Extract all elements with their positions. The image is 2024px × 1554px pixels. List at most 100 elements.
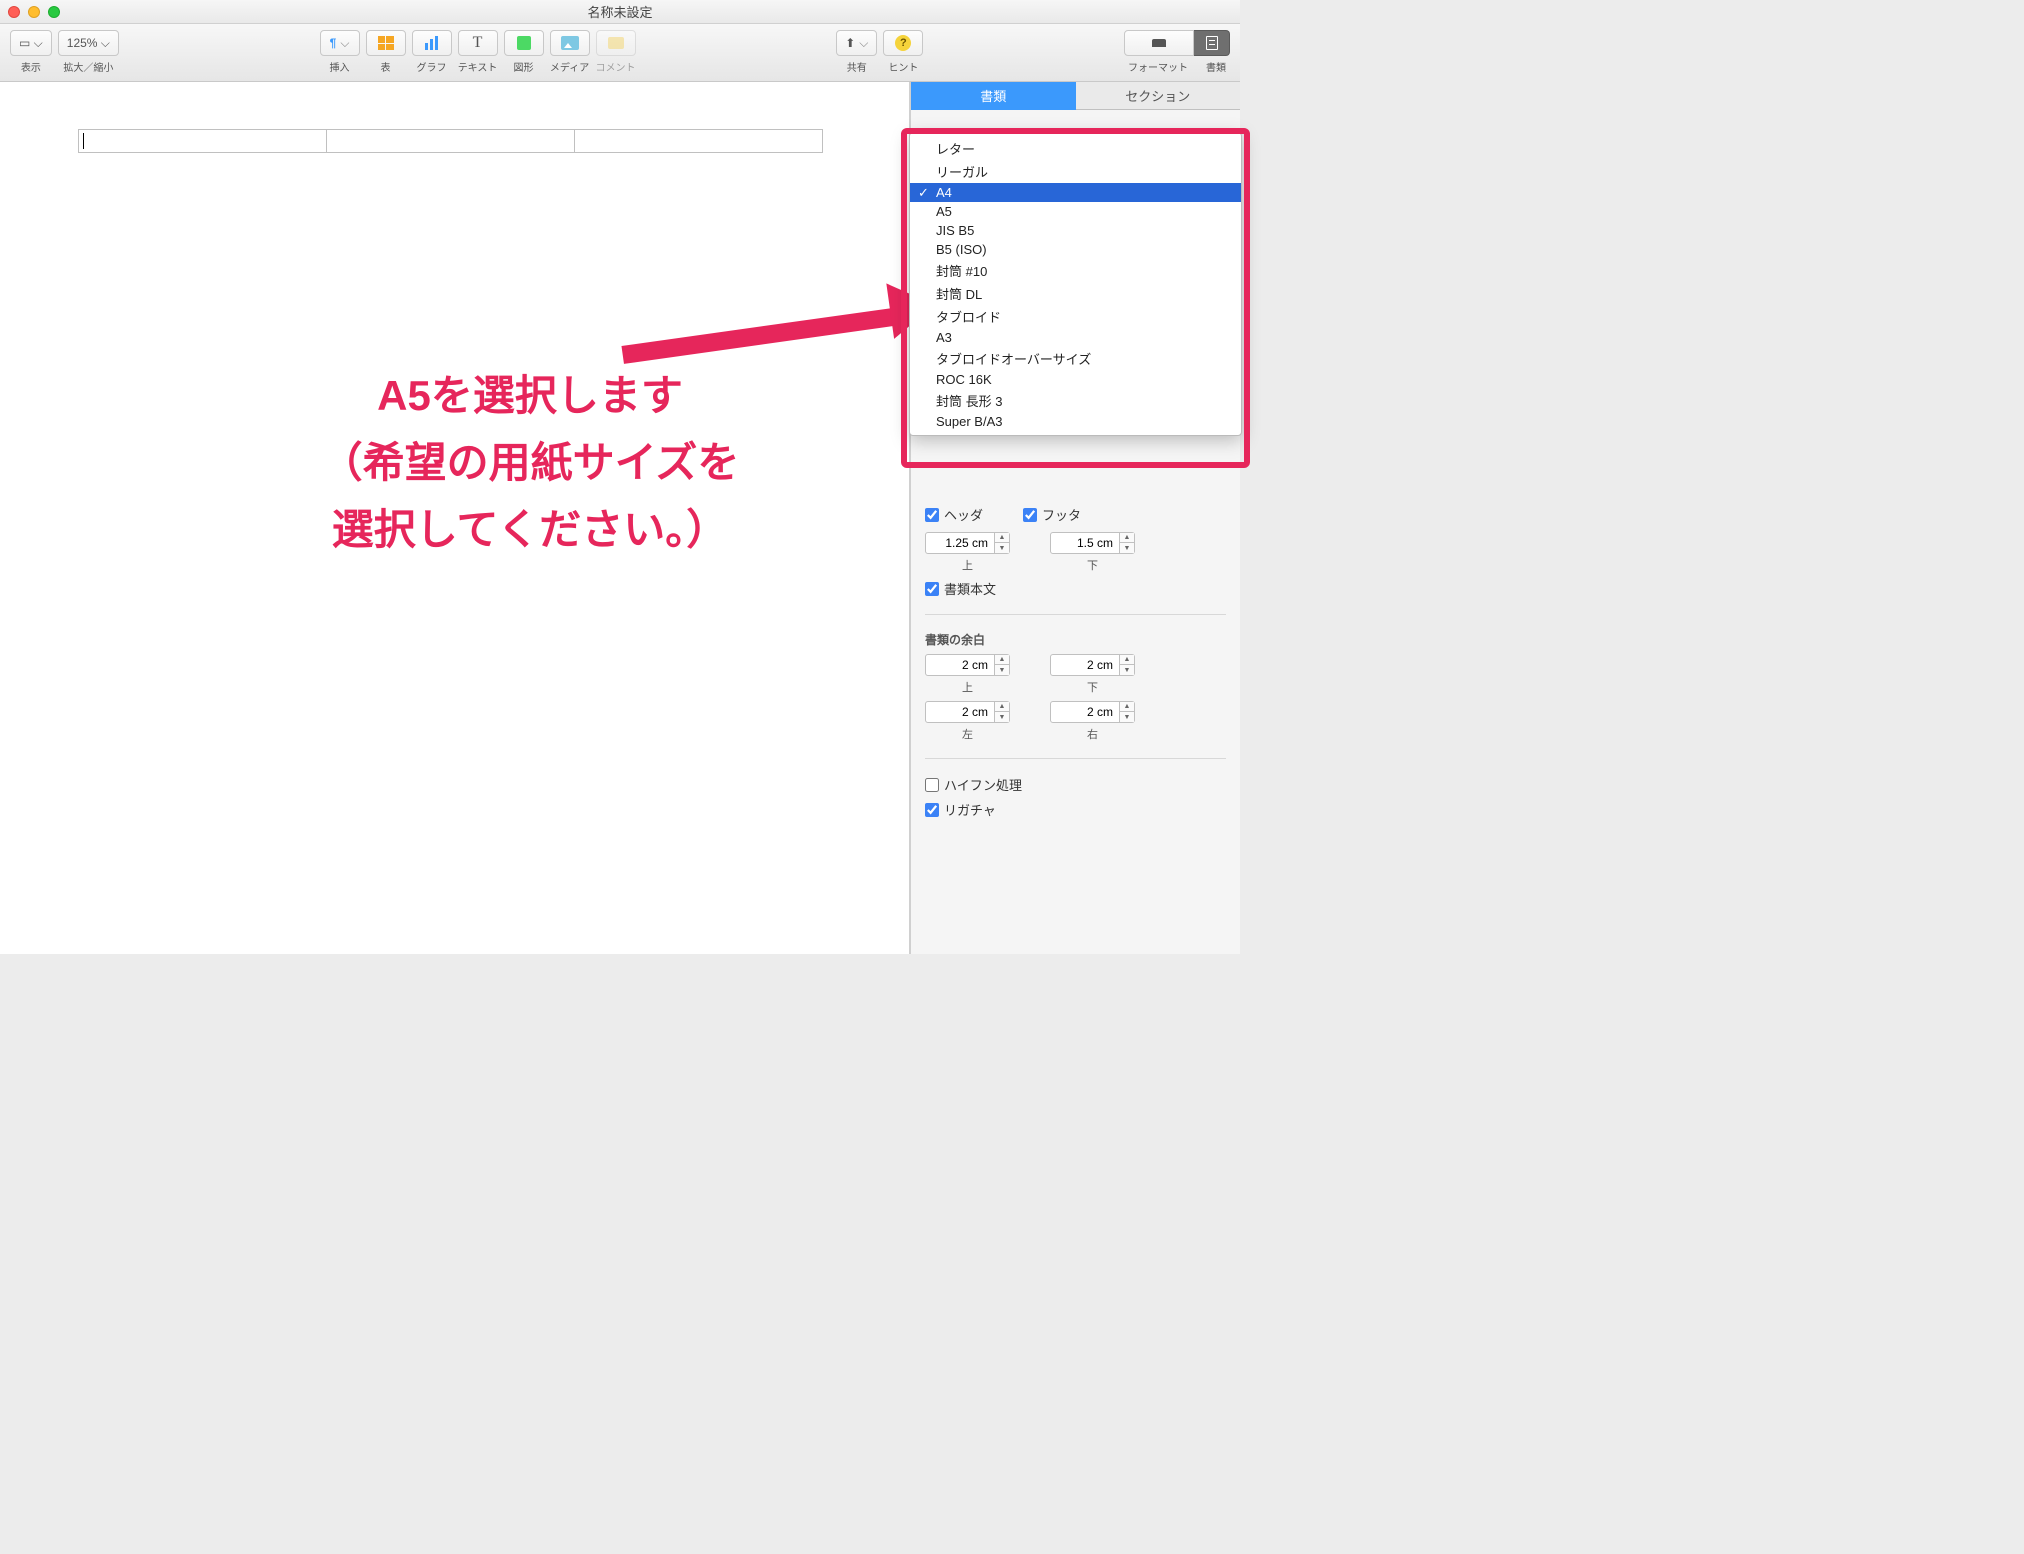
text-button[interactable]: T [458, 30, 498, 56]
inspector-body: プリンタと用紙サイズ レターリーガルA4A5JIS B5B5 (ISO)封筒 #… [911, 110, 1240, 837]
zoom-window-button[interactable] [48, 6, 60, 18]
margin-left-input[interactable] [925, 701, 995, 723]
shape-button[interactable] [504, 30, 544, 56]
comment-icon [608, 37, 624, 49]
paper-size-option[interactable]: タブロイドオーバーサイズ [910, 347, 1241, 370]
header-margin-input[interactable] [925, 532, 995, 554]
titlebar: 名称未設定 [0, 0, 1240, 24]
stepper-down-icon[interactable]: ▼ [995, 712, 1009, 722]
footer-checkbox-input[interactable] [1023, 508, 1037, 522]
divider [925, 614, 1226, 615]
paper-size-option[interactable]: B5 (ISO) [910, 240, 1241, 259]
media-label: メディア [550, 59, 589, 74]
paper-size-option[interactable]: A5 [910, 202, 1241, 221]
margin-left-stepper[interactable]: ▲▼ [925, 701, 1010, 723]
stepper-up-icon[interactable]: ▲ [1120, 702, 1134, 712]
header-cell-2[interactable] [327, 130, 575, 152]
divider [925, 758, 1226, 759]
share-button[interactable]: ⬆︎⌵ [836, 30, 877, 56]
margin-top-stepper[interactable]: ▲▼ [925, 654, 1010, 676]
margin-right-stepper[interactable]: ▲▼ [1050, 701, 1135, 723]
body-checkbox-input[interactable] [925, 582, 939, 596]
paper-size-option[interactable]: 封筒 #10 [910, 259, 1241, 282]
margin-bottom-stepper[interactable]: ▲▼ [1050, 654, 1135, 676]
header-cell-1[interactable] [79, 130, 327, 152]
margin-bottom-input[interactable] [1050, 654, 1120, 676]
paper-size-option[interactable]: Super B/A3 [910, 412, 1241, 431]
share-icon: ⬆︎ [845, 36, 855, 50]
footer-checkbox[interactable]: フッタ [1023, 505, 1081, 524]
tab-section[interactable]: セクション [1076, 82, 1241, 110]
paper-size-option[interactable]: 封筒 DL [910, 282, 1241, 305]
zoom-dropdown[interactable]: 125% ⌵ [58, 30, 119, 56]
hint-button[interactable]: ? [883, 30, 923, 56]
document-tb-label: 書類 [1206, 59, 1226, 74]
paper-size-option[interactable]: JIS B5 [910, 221, 1241, 240]
header-checkbox[interactable]: ヘッダ [925, 505, 983, 524]
stepper-up-icon[interactable]: ▲ [1120, 533, 1134, 543]
shape-icon [517, 36, 531, 50]
hyphenation-checkbox-input[interactable] [925, 778, 939, 792]
margin-left-label: 左 [962, 726, 973, 742]
stepper-down-icon[interactable]: ▼ [995, 543, 1009, 553]
stepper-down-icon[interactable]: ▼ [995, 665, 1009, 675]
paper-size-option[interactable]: タブロイド [910, 305, 1241, 328]
stepper-down-icon[interactable]: ▼ [1120, 543, 1134, 553]
margin-right-label: 右 [1087, 726, 1098, 742]
chart-button[interactable] [412, 30, 452, 56]
close-window-button[interactable] [8, 6, 20, 18]
annotation-line2: （希望の用紙サイズを [180, 429, 880, 496]
tab-document[interactable]: 書類 [911, 82, 1076, 110]
paper-size-option[interactable]: レター [910, 137, 1241, 160]
insert-button[interactable]: ¶⌵ [320, 30, 360, 56]
paper-size-menu: レターリーガルA4A5JIS B5B5 (ISO)封筒 #10封筒 DLタブロイ… [909, 132, 1242, 436]
header-margin-stepper[interactable]: ▲▼ [925, 532, 1010, 554]
comment-button[interactable] [596, 30, 636, 56]
inspector-panel: 書類 セクション プリンタと用紙サイズ レターリーガルA4A5JIS B5B5 … [910, 82, 1240, 954]
format-icon [1152, 39, 1166, 47]
main-area: A5を選択します （希望の用紙サイズを 選択してください。） 書類 セクション … [0, 82, 1240, 954]
header-checkbox-label: ヘッダ [944, 505, 983, 524]
paper-size-option[interactable]: A4 [910, 183, 1241, 202]
stepper-up-icon[interactable]: ▲ [1120, 655, 1134, 665]
format-button[interactable] [1124, 30, 1194, 56]
view-button[interactable]: ▭ ⌵ [10, 30, 52, 56]
hyphenation-label: ハイフン処理 [944, 775, 1022, 794]
header-pos-label: 上 [962, 557, 973, 573]
table-button[interactable] [366, 30, 406, 56]
ligature-checkbox[interactable]: リガチャ [925, 800, 1226, 819]
stepper-down-icon[interactable]: ▼ [1120, 712, 1134, 722]
hyphenation-checkbox[interactable]: ハイフン処理 [925, 775, 1226, 794]
paper-size-option[interactable]: 封筒 長形 3 [910, 389, 1241, 412]
margin-top-input[interactable] [925, 654, 995, 676]
paper-size-option[interactable]: リーガル [910, 160, 1241, 183]
annotation-text: A5を選択します （希望の用紙サイズを 選択してください。） [180, 362, 880, 564]
table-label: 表 [381, 59, 391, 74]
footer-margin-stepper[interactable]: ▲▼ [1050, 532, 1135, 554]
stepper-up-icon[interactable]: ▲ [995, 702, 1009, 712]
footer-margin-input[interactable] [1050, 532, 1120, 554]
body-checkbox[interactable]: 書類本文 [925, 579, 1226, 598]
media-button[interactable] [550, 30, 590, 56]
margin-bottom-label: 下 [1087, 679, 1098, 695]
stepper-down-icon[interactable]: ▼ [1120, 665, 1134, 675]
share-label: 共有 [847, 59, 867, 74]
ligature-checkbox-input[interactable] [925, 803, 939, 817]
stepper-up-icon[interactable]: ▲ [995, 533, 1009, 543]
comment-label: コメント [596, 59, 636, 74]
body-checkbox-label: 書類本文 [944, 579, 996, 598]
chart-icon [425, 36, 438, 50]
hint-icon: ? [895, 35, 911, 51]
paper-size-option[interactable]: A3 [910, 328, 1241, 347]
margin-top-label: 上 [962, 679, 973, 695]
document-button[interactable] [1194, 30, 1230, 56]
toolbar: ▭ ⌵ 表示 125% ⌵ 拡大／縮小 ¶⌵ 挿入 表 グラフ T テキスト 図… [0, 24, 1240, 82]
header-cell-3[interactable] [575, 130, 822, 152]
document-canvas[interactable]: A5を選択します （希望の用紙サイズを 選択してください。） [0, 82, 910, 954]
header-table[interactable] [78, 129, 823, 153]
header-checkbox-input[interactable] [925, 508, 939, 522]
minimize-window-button[interactable] [28, 6, 40, 18]
stepper-up-icon[interactable]: ▲ [995, 655, 1009, 665]
paper-size-option[interactable]: ROC 16K [910, 370, 1241, 389]
margin-right-input[interactable] [1050, 701, 1120, 723]
